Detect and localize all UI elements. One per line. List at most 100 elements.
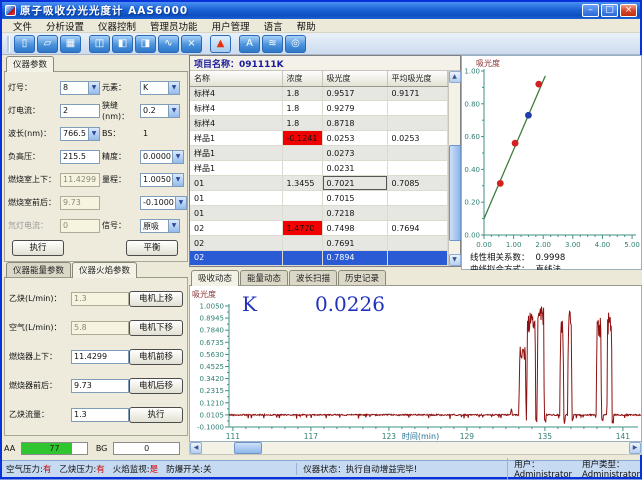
table-row[interactable]: 标样41.80.9279 [190, 101, 447, 116]
table-row[interactable]: 样品10.0273 [190, 146, 447, 161]
menu-user-management[interactable]: 用户管理 [205, 19, 257, 33]
dropdown-arrow-icon[interactable]: ▼ [88, 128, 99, 140]
scroll-left-icon[interactable]: ◀ [190, 442, 202, 454]
table-row[interactable]: 020.7894 [190, 250, 447, 265]
param-field-2-0[interactable]: K▼ [140, 81, 180, 95]
lamp-energy-icon[interactable]: ◧ [112, 35, 133, 53]
dropdown-arrow-icon[interactable]: ▼ [168, 82, 179, 94]
tab-flame-params[interactable]: 仪器火焰参数 [72, 262, 137, 278]
save-icon[interactable]: ▦ [60, 35, 81, 53]
table-row[interactable]: 021.47700.74980.7694 [190, 221, 447, 236]
table-row[interactable]: 样品1-0.12410.02530.0253 [190, 131, 447, 146]
column-header[interactable]: 名称 [190, 71, 282, 86]
lamp-select-icon[interactable]: ◫ [89, 35, 110, 53]
flame-field-4[interactable]: 1.3 [71, 408, 129, 422]
motor-down-button[interactable]: 电机下移 [129, 320, 183, 336]
dropdown-arrow-icon[interactable]: ▼ [175, 197, 186, 209]
status-flag-value: 关 [203, 465, 212, 475]
table-row[interactable]: 标样41.80.8718 [190, 116, 447, 131]
scrollbar-thumb[interactable] [449, 145, 461, 241]
motor-forward-button[interactable]: 电机前移 [129, 349, 183, 365]
dropdown-arrow-icon[interactable]: ▼ [168, 220, 179, 232]
status-bar: 空气压力:有乙炔压力:有火焰监视:是防爆开关:关 仪器状态：执行自动增益完毕! … [2, 460, 640, 477]
results-table-region: 项目名称：091111K 名称浓度吸光度平均吸光度 标样41.80.95170.… [189, 55, 461, 267]
motor-back-button[interactable]: 电机后移 [129, 378, 183, 394]
svg-text:4.00: 4.00 [595, 241, 611, 249]
scrollbar-thumb[interactable] [234, 442, 262, 454]
table-row[interactable]: 010.7015 [190, 191, 447, 206]
param-field-1-0[interactable]: 8▼ [60, 81, 100, 95]
scroll-right-icon[interactable]: ▶ [629, 442, 641, 454]
param-field-1-2[interactable]: 766.5▼ [60, 127, 100, 141]
peak-scan-icon[interactable]: ∿ [158, 35, 179, 53]
tab-wavelength-scan[interactable]: 波长扫描 [289, 270, 337, 285]
dropdown-arrow-icon[interactable]: ▼ [172, 151, 183, 163]
tab-energy-dynamics[interactable]: 能量动态 [240, 270, 288, 285]
flame-field-2[interactable]: 11.4299 [71, 350, 129, 364]
column-header[interactable]: 平均吸光度 [387, 71, 447, 86]
scroll-down-icon[interactable]: ▼ [449, 254, 461, 266]
menu-help[interactable]: 帮助 [290, 19, 323, 33]
table-row[interactable]: 010.7218 [190, 206, 447, 221]
dropdown-arrow-icon[interactable]: ▼ [88, 82, 99, 94]
open-file-icon[interactable]: ▱ [37, 35, 58, 53]
param-field-1-1[interactable]: 2 [60, 104, 100, 118]
chart-horizontal-scrollbar[interactable]: ◀ ▶ [189, 442, 642, 455]
auto-gain-icon[interactable]: × [181, 35, 202, 53]
menu-instrument-control[interactable]: 仪器控制 [91, 19, 143, 33]
toolbar-grip [7, 36, 10, 52]
balance-button[interactable]: 平衡 [126, 240, 178, 256]
motor-up-button[interactable]: 电机上移 [129, 291, 183, 307]
param-label: 燃烧器上下： [9, 351, 71, 362]
svg-text:0.7840: 0.7840 [200, 327, 225, 335]
burner-icon[interactable]: ≋ [262, 35, 283, 53]
svg-text:0.5630: 0.5630 [200, 351, 225, 359]
dropdown-arrow-icon[interactable]: ▼ [172, 174, 183, 186]
table-row[interactable]: 标样41.80.95170.9171 [190, 86, 447, 101]
param-field-2-3[interactable]: 0.0000▼ [140, 150, 184, 164]
menu-admin-functions[interactable]: 管理员功能 [143, 19, 205, 33]
menu-file[interactable]: 文件 [6, 19, 39, 33]
table-row[interactable]: 020.7691 [190, 236, 447, 251]
svg-text:5.00: 5.00 [624, 241, 640, 249]
live-reading: K0.0226 [242, 292, 385, 316]
flame-param-row: 燃烧器前后：9.73电机后移 [9, 371, 183, 400]
power-icon[interactable]: ◎ [285, 35, 306, 53]
param-label: 元素： [100, 82, 140, 93]
cell-abs: 0.8718 [322, 116, 387, 131]
menu-analysis-settings[interactable]: 分析设置 [39, 19, 91, 33]
status-flag-value: 是 [150, 465, 159, 475]
param-field-1-3[interactable]: 215.5 [60, 150, 100, 164]
table-row[interactable]: 011.34550.70210.7085 [190, 176, 447, 191]
execute-button[interactable]: 执行 [12, 240, 64, 256]
param-field-2-4[interactable]: 1.0050▼ [140, 173, 184, 187]
ignite-flame-icon[interactable]: ▲ [210, 35, 231, 53]
flame-field-3[interactable]: 9.73 [71, 379, 129, 393]
cell-avg [387, 146, 447, 161]
table-vertical-scrollbar[interactable]: ▲ ▼ [448, 71, 461, 266]
new-file-icon[interactable]: ▯ [14, 35, 35, 53]
tab-energy-params[interactable]: 仪器能量参数 [6, 262, 71, 277]
param-field-2-5[interactable]: -0.1000▼ [140, 196, 187, 210]
param-field-2-6[interactable]: 原吸▼ [140, 219, 180, 233]
scroll-up-icon[interactable]: ▲ [449, 71, 461, 83]
autosampler-icon[interactable]: A [239, 35, 260, 53]
maximize-icon[interactable]: □ [601, 4, 618, 17]
cell-avg [387, 206, 447, 221]
dropdown-arrow-icon[interactable]: ▼ [168, 105, 179, 117]
close-icon[interactable]: × [620, 4, 637, 17]
instrument-status: 仪器状态：执行自动增益完毕! [296, 463, 507, 475]
menu-language[interactable]: 语言 [257, 19, 290, 33]
param-field-2-1[interactable]: 0.2▼ [140, 104, 180, 118]
column-header[interactable]: 浓度 [282, 71, 322, 86]
tab-absorb-dynamics[interactable]: 吸收动态 [191, 270, 239, 286]
table-row[interactable]: 样品10.0231 [190, 161, 447, 176]
app-window: 原子吸收分光光度计 AAS6000 – □ × 文件分析设置仪器控制管理员功能用… [0, 0, 642, 479]
tab-instrument-params[interactable]: 仪器参数 [6, 56, 54, 72]
wavelength-icon[interactable]: ◨ [135, 35, 156, 53]
execute-flame-button[interactable]: 执行 [129, 407, 183, 423]
instrument-param-row: 燃烧室前后：9.73-0.1000▼ [8, 191, 184, 214]
minimize-icon[interactable]: – [582, 4, 599, 17]
column-header[interactable]: 吸光度 [322, 71, 387, 86]
tab-history[interactable]: 历史记录 [338, 270, 386, 285]
